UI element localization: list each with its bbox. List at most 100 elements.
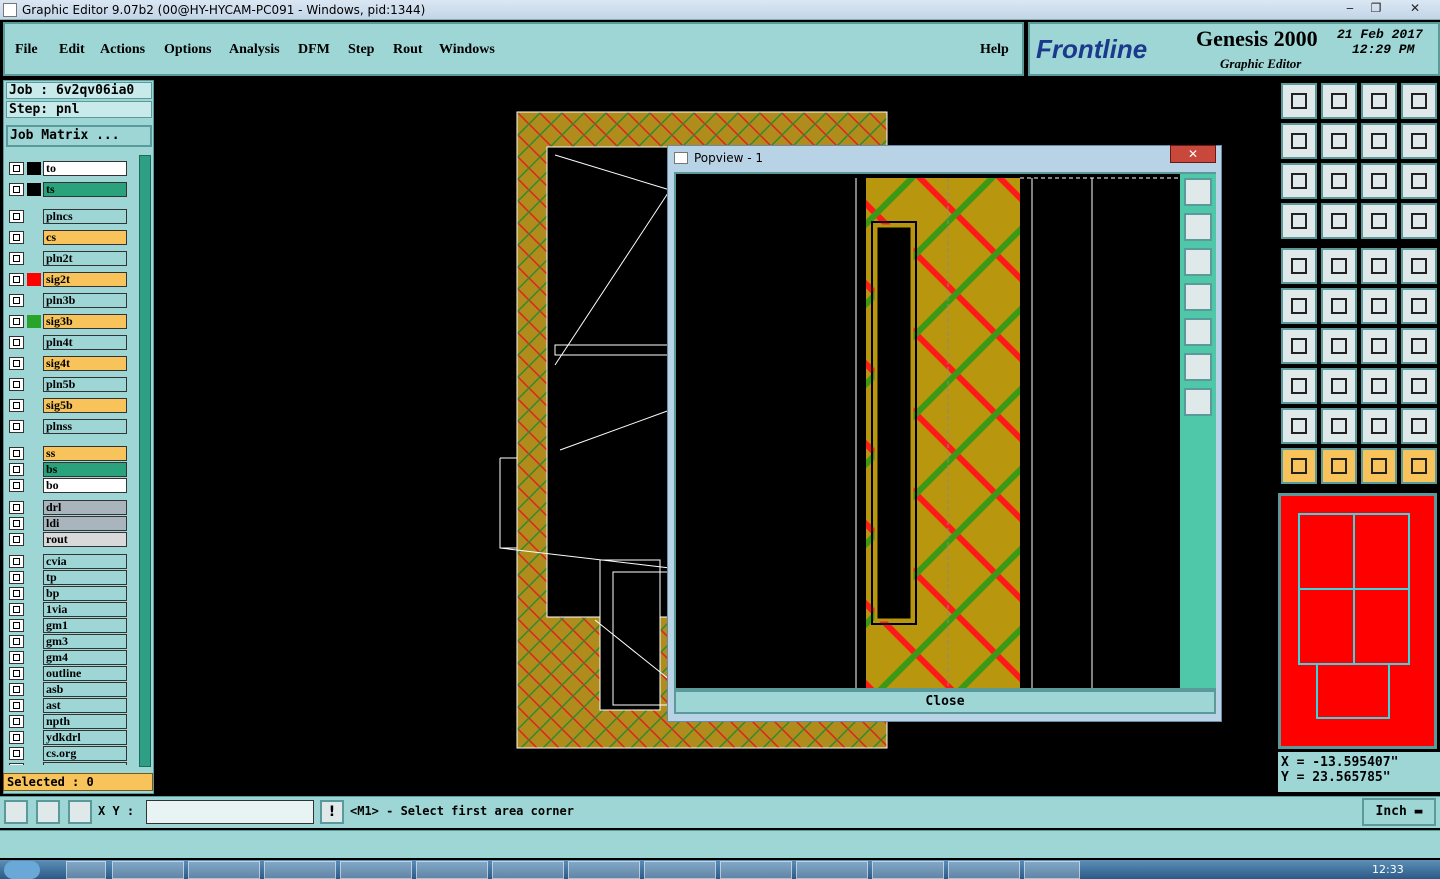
tool-pointer-node-button[interactable]: [1401, 448, 1437, 484]
layer-row-gm4[interactable]: gm4: [9, 650, 127, 665]
tool-shapes-button[interactable]: [1401, 368, 1437, 404]
layer-color-swatch[interactable]: [27, 501, 41, 514]
tool-triangle-c-button[interactable]: [1361, 408, 1397, 444]
taskbar-app-2[interactable]: [112, 861, 184, 879]
layer-color-swatch[interactable]: [27, 587, 41, 600]
layer-row-cs-org[interactable]: cs.org: [9, 746, 127, 761]
layer-row-sig4t[interactable]: sig4t: [9, 356, 127, 371]
menu-actions[interactable]: Actions: [100, 42, 145, 58]
tool-circle-button[interactable]: [1401, 248, 1437, 284]
popview-zoom-out-button[interactable]: [1184, 388, 1212, 416]
layer-color-swatch[interactable]: [27, 447, 41, 460]
tool-home-button[interactable]: [1361, 83, 1397, 119]
layer-name[interactable]: ss: [43, 446, 127, 461]
layer-name[interactable]: plnss: [43, 419, 127, 434]
popview-canvas[interactable]: [674, 172, 1216, 690]
layer-row-pln2t[interactable]: pln2t: [9, 251, 127, 266]
layer-row-plnss[interactable]: plnss: [9, 419, 127, 434]
tool-minus-button[interactable]: [1321, 368, 1357, 404]
menu-options[interactable]: Options: [164, 42, 211, 58]
layer-checkbox[interactable]: [9, 635, 24, 648]
layer-row-ydkdrl[interactable]: ydkdrl: [9, 730, 127, 745]
menu-step[interactable]: Step: [348, 42, 374, 58]
layer-row-plncs[interactable]: plncs: [9, 209, 127, 224]
layer-color-swatch[interactable]: [27, 294, 41, 307]
layer-color-swatch[interactable]: [27, 420, 41, 433]
layer-name[interactable]: plncs: [43, 209, 127, 224]
layer-checkbox[interactable]: [9, 336, 24, 349]
layer-color-swatch[interactable]: [27, 315, 41, 328]
tool-undo-loop-button[interactable]: [1361, 123, 1397, 159]
layer-row-ldi[interactable]: ldi: [9, 516, 127, 531]
taskbar-app-1[interactable]: [66, 861, 106, 879]
menu-file[interactable]: File: [15, 42, 38, 58]
tool-grid-button[interactable]: [1321, 203, 1357, 239]
layer-color-swatch[interactable]: [27, 336, 41, 349]
layer-color-swatch[interactable]: [27, 533, 41, 546]
tool-pad-button[interactable]: [1281, 248, 1317, 284]
layer-name[interactable]: ldi: [43, 516, 127, 531]
layer-row-1via[interactable]: 1via: [9, 602, 127, 617]
layer-name[interactable]: bo: [43, 478, 127, 493]
layer-color-swatch[interactable]: [27, 463, 41, 476]
layer-checkbox[interactable]: [9, 162, 24, 175]
tool-diagonal-button[interactable]: [1321, 328, 1357, 364]
tool-export-button[interactable]: [1321, 123, 1357, 159]
layer-row-bs[interactable]: bs: [9, 462, 127, 477]
layer-row-drl[interactable]: drl: [9, 500, 127, 515]
layer-row-outline[interactable]: outline: [9, 666, 127, 681]
tool-one-to-one-button[interactable]: [1361, 163, 1397, 199]
taskbar-app-4[interactable]: [264, 861, 336, 879]
layer-row-to[interactable]: to: [9, 161, 127, 176]
layer-name[interactable]: ts: [43, 182, 127, 197]
layer-checkbox[interactable]: [9, 763, 24, 765]
layer-checkbox[interactable]: [9, 210, 24, 223]
taskbar-app-6[interactable]: [416, 861, 488, 879]
layer-name[interactable]: pln4t: [43, 335, 127, 350]
xy-input[interactable]: [146, 800, 314, 824]
layer-checkbox[interactable]: [9, 501, 24, 514]
layer-name[interactable]: sig3b: [43, 314, 127, 329]
close-window-button[interactable]: ✕: [1400, 1, 1430, 17]
layer-row-rout[interactable]: rout: [9, 532, 127, 547]
layer-checkbox[interactable]: [9, 294, 24, 307]
layer-checkbox[interactable]: [9, 315, 24, 328]
taskbar-app-12[interactable]: [872, 861, 944, 879]
layer-color-swatch[interactable]: [27, 378, 41, 391]
layer-color-swatch[interactable]: [27, 699, 41, 712]
layer-name[interactable]: rout: [43, 532, 127, 547]
layer-row-sig5b[interactable]: sig5b: [9, 398, 127, 413]
layer-checkbox[interactable]: [9, 183, 24, 196]
layer-name[interactable]: pln2t: [43, 251, 127, 266]
layer-checkbox[interactable]: [9, 399, 24, 412]
tool-help-button[interactable]: [1401, 163, 1437, 199]
layer-checkbox[interactable]: [9, 533, 24, 546]
layer-name[interactable]: sig4t: [43, 356, 127, 371]
layer-checkbox[interactable]: [9, 378, 24, 391]
popview-pan-right-button[interactable]: [1184, 318, 1212, 346]
layer-row-tp[interactable]: tp: [9, 570, 127, 585]
popview-zoom-in-button[interactable]: [1184, 353, 1212, 381]
layer-color-swatch[interactable]: [27, 252, 41, 265]
layer-color-swatch[interactable]: [27, 683, 41, 696]
layer-row-ast[interactable]: ast: [9, 698, 127, 713]
layer-name[interactable]: 1via: [43, 602, 127, 617]
layer-color-swatch[interactable]: [27, 357, 41, 370]
layer-scrollbar[interactable]: [139, 155, 151, 767]
layer-name[interactable]: sig5b: [43, 398, 127, 413]
tool-pointer-select-button[interactable]: [1321, 448, 1357, 484]
layer-color-swatch[interactable]: [27, 731, 41, 744]
layer-checkbox[interactable]: [9, 463, 24, 476]
layer-checkbox[interactable]: [9, 699, 24, 712]
popview-pan-down-button[interactable]: [1184, 248, 1212, 276]
layer-color-swatch[interactable]: [27, 667, 41, 680]
grid-mode-button[interactable]: [68, 800, 92, 824]
layer-row-pln4t[interactable]: pln4t: [9, 335, 127, 350]
layer-name[interactable]: pln5b: [43, 377, 127, 392]
layer-row-ss-org[interactable]: ss.org: [9, 762, 127, 765]
layer-name[interactable]: cs.org: [43, 746, 127, 761]
layer-checkbox[interactable]: [9, 420, 24, 433]
layer-checkbox[interactable]: [9, 731, 24, 744]
job-matrix-button[interactable]: Job Matrix ...: [6, 125, 152, 147]
tool-center-button[interactable]: [1321, 163, 1357, 199]
